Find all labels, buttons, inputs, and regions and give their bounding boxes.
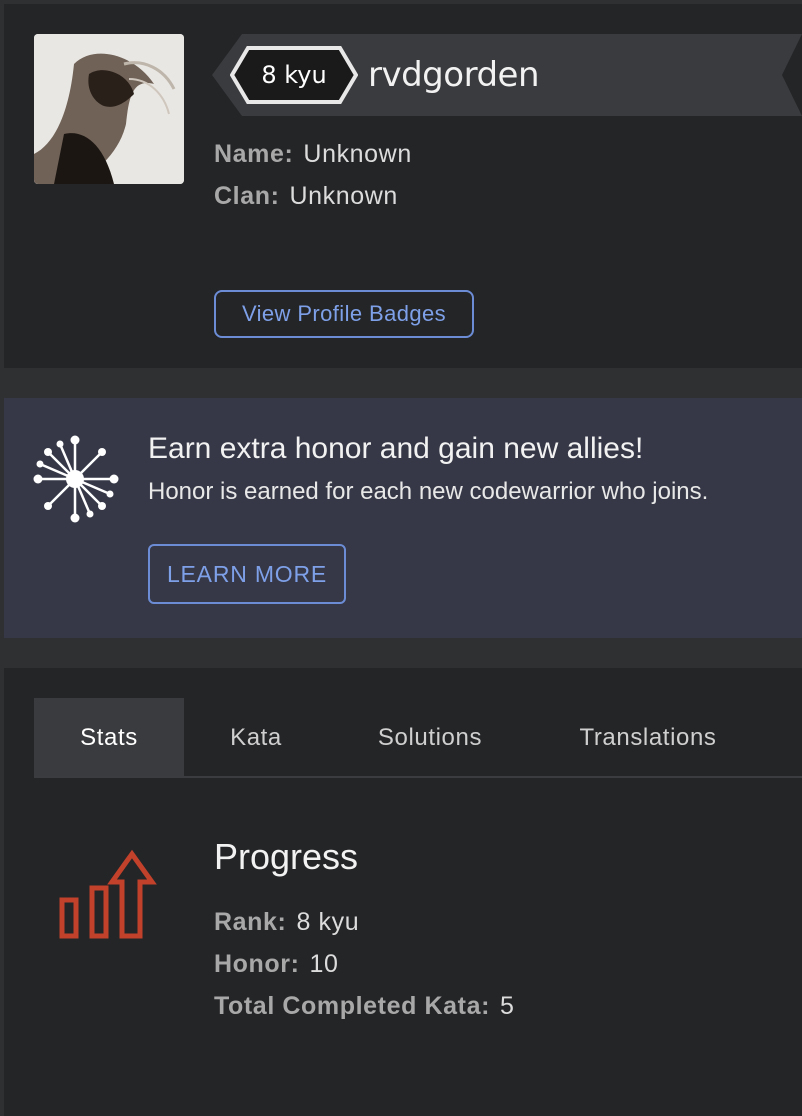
promo-banner: Earn extra honor and gain new allies! Ho… <box>4 398 802 638</box>
honor-row: Honor: 10 <box>214 950 339 979</box>
clan-value: Unknown <box>289 182 398 210</box>
learn-more-button[interactable]: LEARN MORE <box>148 544 346 604</box>
promo-text: Honor is earned for each new codewarrior… <box>148 478 709 505</box>
honor-value: 10 <box>309 950 339 978</box>
clan-label: Clan: <box>214 182 280 210</box>
progress-chart-icon <box>54 848 164 948</box>
promo-title: Earn extra honor and gain new allies! <box>148 432 644 465</box>
name-label: Name: <box>214 140 294 168</box>
completed-kata-row: Total Completed Kata: 5 <box>214 992 515 1021</box>
honor-label: Honor: <box>214 950 300 978</box>
stats-panel: Stats Kata Solutions Translations Progre… <box>4 668 802 1116</box>
rank-badge: 8 kyu <box>230 46 358 104</box>
username-bar: 8 kyu rvdgorden <box>212 34 802 116</box>
profile-panel: 8 kyu rvdgorden Name: Unknown Clan: Unknow… <box>4 4 802 368</box>
tab-translations[interactable]: Translations <box>558 698 738 776</box>
progress-title: Progress <box>214 836 359 877</box>
rank-row: Rank: 8 kyu <box>214 908 359 937</box>
avatar[interactable] <box>34 34 184 184</box>
rank-badge-label: 8 kyu <box>261 61 327 89</box>
completed-kata-label: Total Completed Kata: <box>214 992 491 1020</box>
completed-kata-value: 5 <box>500 992 515 1020</box>
view-profile-badges-button[interactable]: View Profile Badges <box>214 290 474 338</box>
tab-kata[interactable]: Kata <box>204 698 308 776</box>
profile-tabs: Stats Kata Solutions Translations <box>34 698 802 778</box>
name-row: Name: Unknown <box>214 140 412 169</box>
name-value: Unknown <box>303 140 412 168</box>
rank-label: Rank: <box>214 908 287 936</box>
rank-value: 8 kyu <box>296 908 360 936</box>
tab-stats[interactable]: Stats <box>34 698 184 776</box>
network-allies-icon <box>30 434 120 524</box>
clan-row: Clan: Unknown <box>214 182 398 211</box>
username: rvdgorden <box>368 55 540 95</box>
tab-solutions[interactable]: Solutions <box>350 698 510 776</box>
